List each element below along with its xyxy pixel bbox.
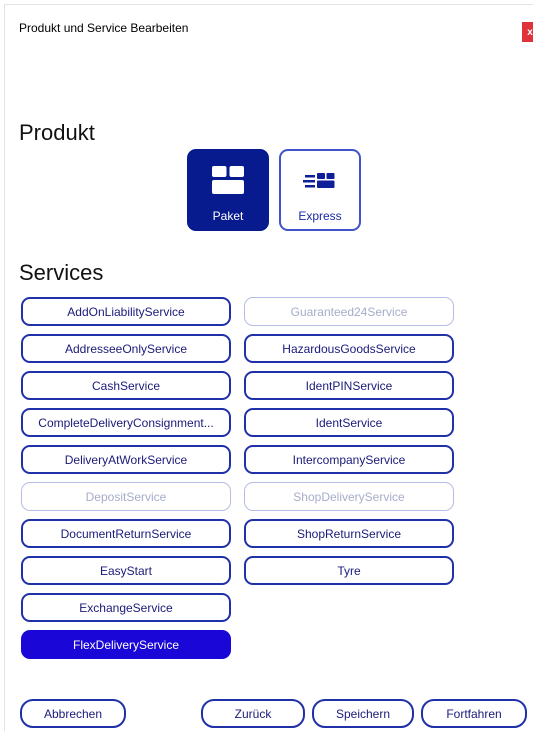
dialog-title: Produkt und Service Bearbeiten (19, 21, 189, 35)
next-button[interactable]: Fortfahren (421, 699, 527, 728)
product-option-paket[interactable]: Paket (187, 149, 269, 231)
service-flexdelivery[interactable]: FlexDeliveryService (21, 630, 231, 659)
service-easystart[interactable]: EasyStart (21, 556, 231, 585)
service-intercompany[interactable]: IntercompanyService (244, 445, 454, 474)
produkt-heading: Produkt (19, 120, 95, 145)
product-option-label: Paket (212, 209, 244, 223)
express-icon (303, 151, 337, 200)
services-heading: Services (19, 260, 104, 285)
service-completedeliveryconsignment[interactable]: CompleteDeliveryConsignment... (21, 408, 231, 437)
package-icon (211, 151, 245, 200)
service-hazardousgoods[interactable]: HazardousGoodsService (244, 334, 454, 363)
product-option-express[interactable]: Express (279, 149, 361, 231)
product-option-label: Express (298, 209, 342, 223)
service-ident[interactable]: IdentService (244, 408, 454, 437)
save-button[interactable]: Speichern (312, 699, 414, 728)
service-deposit[interactable]: DepositService (21, 482, 231, 511)
service-addresseeonly[interactable]: AddresseeOnlyService (21, 334, 231, 363)
service-documentreturn[interactable]: DocumentReturnService (21, 519, 231, 548)
service-guaranteed24[interactable]: Guaranteed24Service (244, 297, 454, 326)
close-button[interactable]: x (522, 22, 533, 42)
back-button[interactable]: Zurück (201, 699, 305, 728)
service-tyre[interactable]: Tyre (244, 556, 454, 585)
service-identpin[interactable]: IdentPINService (244, 371, 454, 400)
service-exchange[interactable]: ExchangeService (21, 593, 231, 622)
service-shopreturn[interactable]: ShopReturnService (244, 519, 454, 548)
service-shopdelivery[interactable]: ShopDeliveryService (244, 482, 454, 511)
cancel-button[interactable]: Abbrechen (20, 699, 126, 728)
service-deliveryatwork[interactable]: DeliveryAtWorkService (21, 445, 231, 474)
service-addonliability[interactable]: AddOnLiabilityService (21, 297, 231, 326)
service-cash[interactable]: CashService (21, 371, 231, 400)
